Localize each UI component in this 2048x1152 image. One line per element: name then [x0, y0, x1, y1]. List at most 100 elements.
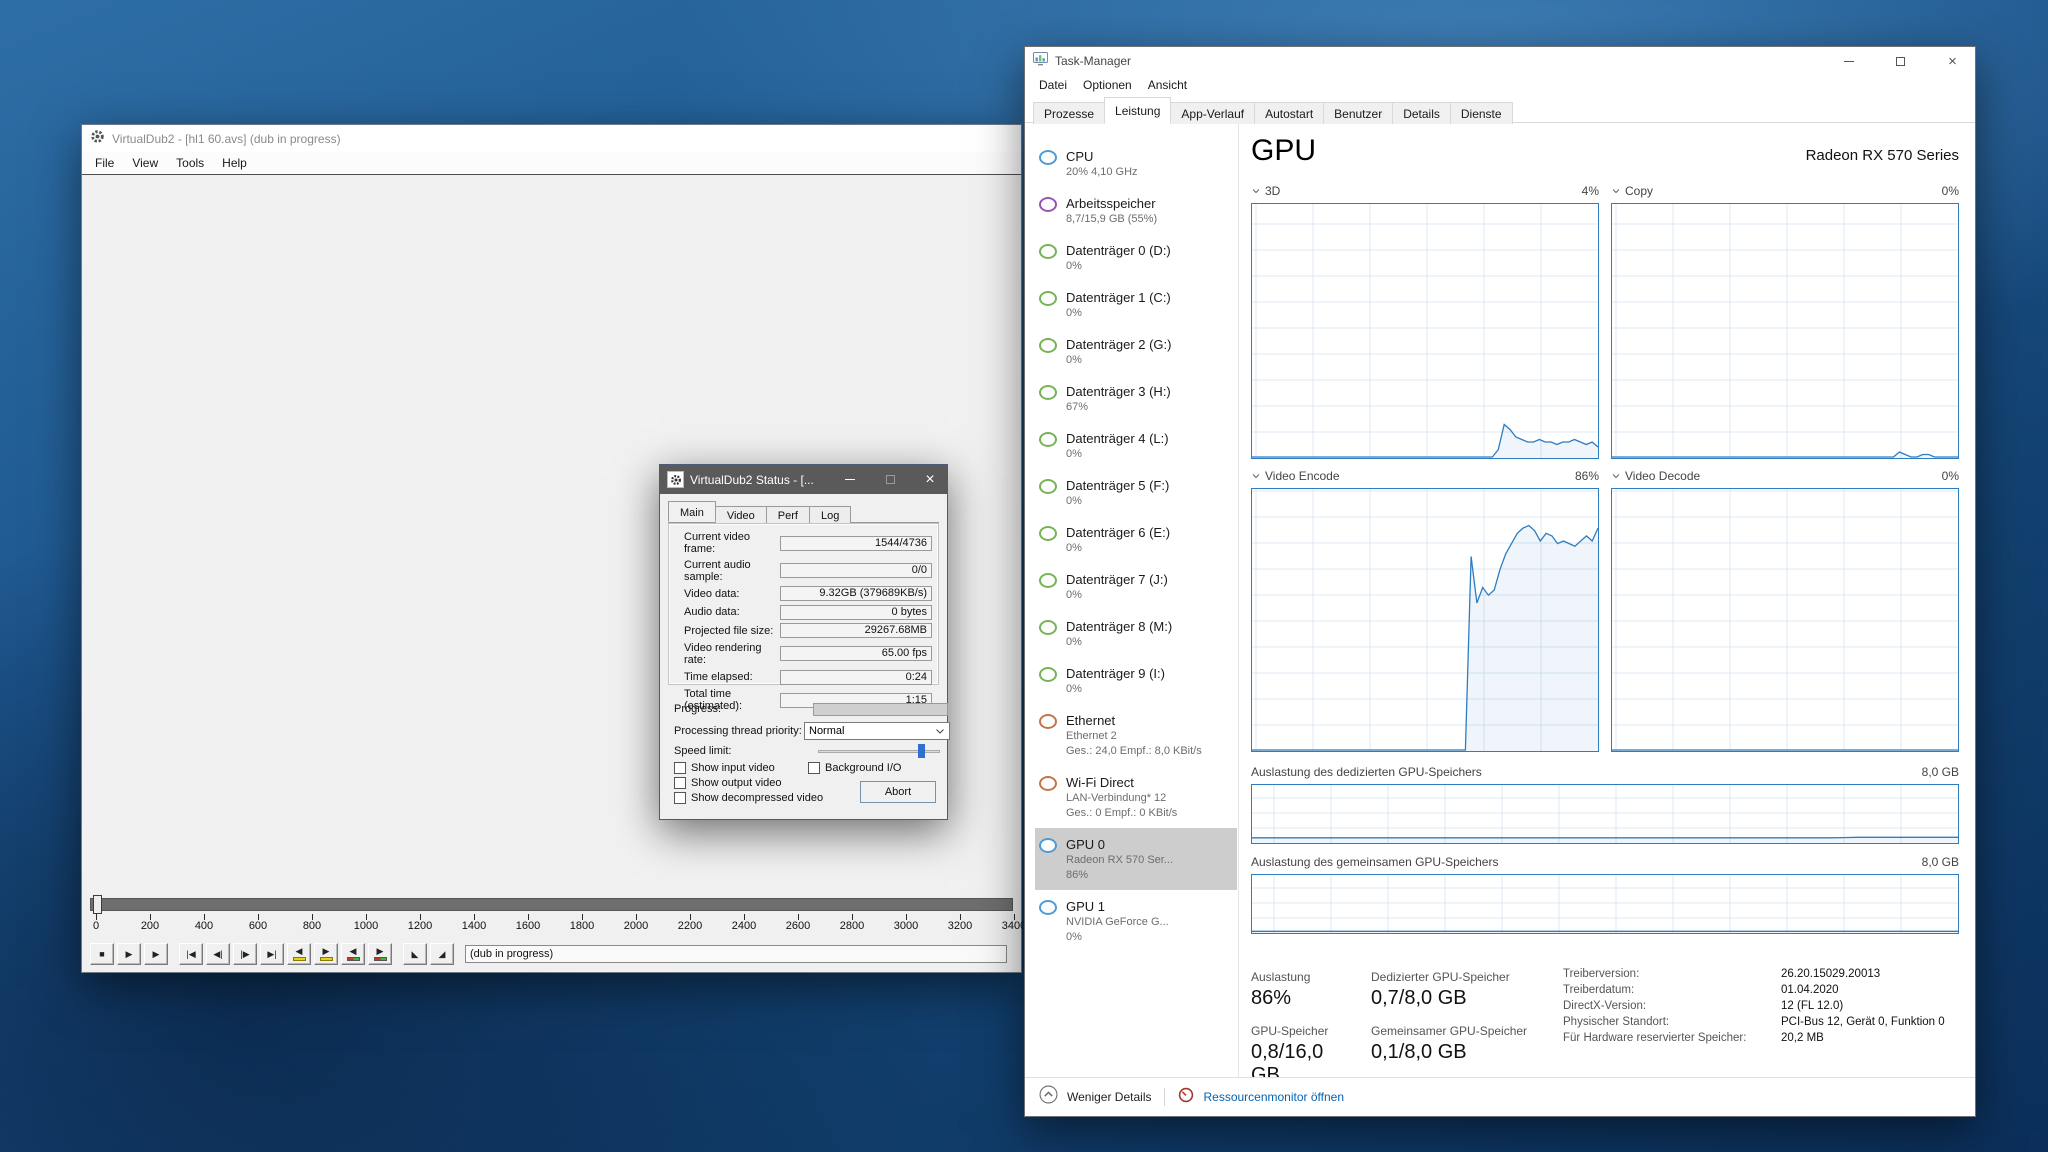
datentr-ger-1-c-thumbnail-icon	[1039, 291, 1057, 306]
checkbox-box[interactable]	[674, 777, 686, 789]
gpu-1-thumbnail-icon	[1039, 900, 1057, 915]
prev-scene-button[interactable]: ◀	[341, 943, 365, 965]
dedicated-memory-chart[interactable]	[1251, 784, 1959, 844]
ruler-tick-label: 2200	[670, 920, 710, 932]
tab-prozesse[interactable]: Prozesse	[1033, 102, 1105, 125]
speed-limit-handle[interactable]	[918, 744, 925, 758]
taskmanager-menu-datei[interactable]: Datei	[1031, 76, 1075, 94]
abort-button[interactable]: Abort	[860, 781, 936, 803]
sidebar-item-arbeitsspeicher[interactable]: Arbeitsspeicher8,7/15,9 GB (55%)	[1035, 187, 1237, 234]
mark-in-button[interactable]: ◣	[403, 943, 427, 965]
tab-benutzer[interactable]: Benutzer	[1323, 102, 1393, 125]
collapse-circle-icon[interactable]	[1039, 1085, 1058, 1109]
sidebar-item-title: Datenträger 6 (E:)	[1066, 524, 1170, 541]
chart-label-copy: Copy	[1625, 184, 1653, 198]
tab-details[interactable]: Details	[1392, 102, 1451, 125]
sidebar-item-datentr-ger-6-e[interactable]: Datenträger 6 (E:)0%	[1035, 516, 1237, 563]
sidebar-item-datentr-ger-3-h[interactable]: Datenträger 3 (H:)67%	[1035, 375, 1237, 422]
virtualdub-menu-file[interactable]: File	[86, 154, 123, 172]
position-slider[interactable]	[90, 898, 1013, 911]
tab-dienste[interactable]: Dienste	[1450, 102, 1513, 125]
dialog-titlebar[interactable]: VirtualDub2 Status - [... ×	[660, 465, 947, 494]
next-scene-button[interactable]: ▶	[368, 943, 392, 965]
sidebar-item-gpu-0[interactable]: GPU 0Radeon RX 570 Ser...86%	[1035, 828, 1237, 890]
checkbox-background-i-o[interactable]: Background I/O	[808, 762, 901, 774]
virtualdub-titlebar[interactable]: VirtualDub2 - [hl1 60.avs] (dub in progr…	[82, 125, 1021, 152]
virtualdub-menu-help[interactable]: Help	[213, 154, 256, 172]
field-value: 29267.68MB	[780, 623, 932, 638]
maximize-button[interactable]	[1878, 47, 1923, 75]
gpu-copy-chart[interactable]	[1611, 203, 1959, 459]
gpu-video-decode-chart[interactable]	[1611, 488, 1959, 752]
field-label: Video data:	[684, 588, 780, 600]
sidebar-item-datentr-ger-0-d[interactable]: Datenträger 0 (D:)0%	[1035, 234, 1237, 281]
checkbox-show-input-video[interactable]: Show input video	[674, 762, 775, 774]
less-details-toggle[interactable]: Weniger Details	[1067, 1090, 1151, 1104]
go-start-button[interactable]: |◀	[179, 943, 203, 965]
minimize-button[interactable]	[1826, 47, 1871, 75]
step-forward-button[interactable]: |▶	[233, 943, 257, 965]
speed-limit-label: Speed limit:	[674, 745, 731, 757]
gpu-video-encode-chart[interactable]	[1251, 488, 1599, 752]
taskmanager-titlebar[interactable]: Task-Manager ×	[1025, 47, 1975, 75]
stop-button[interactable]: ■	[90, 943, 114, 965]
sidebar-item-datentr-ger-5-f[interactable]: Datenträger 5 (F:)0%	[1035, 469, 1237, 516]
sidebar-item-title: CPU	[1066, 148, 1138, 165]
dialog-tab-log[interactable]: Log	[809, 506, 851, 524]
step-back-button[interactable]: ◀|	[206, 943, 230, 965]
sidebar-item-datentr-ger-8-m[interactable]: Datenträger 8 (M:)0%	[1035, 610, 1237, 657]
sidebar-item-title: Datenträger 3 (H:)	[1066, 383, 1171, 400]
checkbox-box[interactable]	[674, 792, 686, 804]
sidebar-item-cpu[interactable]: CPU20% 4,10 GHz	[1035, 140, 1237, 187]
checkbox-show-output-video[interactable]: Show output video	[674, 777, 782, 789]
virtualdub-menu-tools[interactable]: Tools	[167, 154, 213, 172]
sidebar-item-gpu-1[interactable]: GPU 1NVIDIA GeForce G...0%	[1035, 890, 1237, 952]
sidebar-item-datentr-ger-2-g[interactable]: Datenträger 2 (G:)0%	[1035, 328, 1237, 375]
ruler-tick-label: 600	[238, 920, 278, 932]
checkbox-box[interactable]	[674, 762, 686, 774]
detail-value: 26.20.15029.20013	[1781, 968, 1880, 980]
checkbox-show-decompressed-video[interactable]: Show decompressed video	[674, 792, 823, 804]
virtualdub-menu-view[interactable]: View	[123, 154, 167, 172]
sidebar-item-datentr-ger-7-j[interactable]: Datenträger 7 (J:)0%	[1035, 563, 1237, 610]
dialog-tab-video[interactable]: Video	[715, 506, 767, 524]
sidebar-item-wi-fi-direct[interactable]: Wi-Fi DirectLAN-Verbindung* 12Ges.: 0 Em…	[1035, 766, 1237, 828]
gpu-3d-chart[interactable]	[1251, 203, 1599, 459]
open-resource-monitor-link[interactable]: Ressourcenmonitor öffnen	[1203, 1090, 1344, 1104]
tab-autostart[interactable]: Autostart	[1254, 102, 1324, 125]
datentr-ger-4-l-thumbnail-icon	[1039, 432, 1057, 447]
field-label: Projected file size:	[684, 625, 780, 637]
priority-dropdown[interactable]: Normal	[804, 722, 950, 740]
tab-app-verlauf[interactable]: App-Verlauf	[1170, 102, 1255, 125]
close-button[interactable]: ×	[1930, 47, 1975, 75]
detail-row: Treiberversion:26.20.15029.20013	[1563, 968, 1959, 980]
shared-memory-chart[interactable]	[1251, 874, 1959, 934]
checkbox-box[interactable]	[808, 762, 820, 774]
next-keyframe-button[interactable]: ▶	[314, 943, 338, 965]
tab-leistung[interactable]: Leistung	[1104, 97, 1171, 124]
dialog-close-button[interactable]: ×	[913, 465, 947, 494]
dialog-tab-perf[interactable]: Perf	[766, 506, 810, 524]
sidebar-item-datentr-ger-9-i[interactable]: Datenträger 9 (I:)0%	[1035, 657, 1237, 704]
chart-label-3d: 3D	[1265, 184, 1280, 198]
next-scene-icon: ▶	[377, 947, 384, 956]
dialog-tab-main[interactable]: Main	[668, 501, 716, 522]
sidebar-item-subtitle: 0%	[1066, 494, 1169, 509]
detail-label: DirectX-Version:	[1563, 1000, 1781, 1012]
go-end-icon: ▶|	[267, 950, 276, 959]
sidebar-item-datentr-ger-1-c[interactable]: Datenträger 1 (C:)0%	[1035, 281, 1237, 328]
chart-percent-3d: 4%	[1582, 184, 1599, 198]
ruler-tick-label: 800	[292, 920, 332, 932]
dialog-maximize-button[interactable]	[873, 465, 907, 494]
taskmanager-menu-ansicht[interactable]: Ansicht	[1140, 76, 1195, 94]
taskmanager-menu-optionen[interactable]: Optionen	[1075, 76, 1140, 94]
prev-keyframe-button[interactable]: ◀	[287, 943, 311, 965]
status-fields-group: Current video frame:1544/4736Current aud…	[668, 523, 939, 685]
sidebar-item-datentr-ger-4-l[interactable]: Datenträger 4 (L:)0%	[1035, 422, 1237, 469]
go-end-button[interactable]: ▶|	[260, 943, 284, 965]
sidebar-item-ethernet[interactable]: EthernetEthernet 2Ges.: 24,0 Empf.: 8,0 …	[1035, 704, 1237, 766]
play-output-button[interactable]: ▶	[144, 943, 168, 965]
dialog-minimize-button[interactable]	[833, 465, 867, 494]
mark-out-button[interactable]: ◢	[430, 943, 454, 965]
play-input-button[interactable]: ▶	[117, 943, 141, 965]
